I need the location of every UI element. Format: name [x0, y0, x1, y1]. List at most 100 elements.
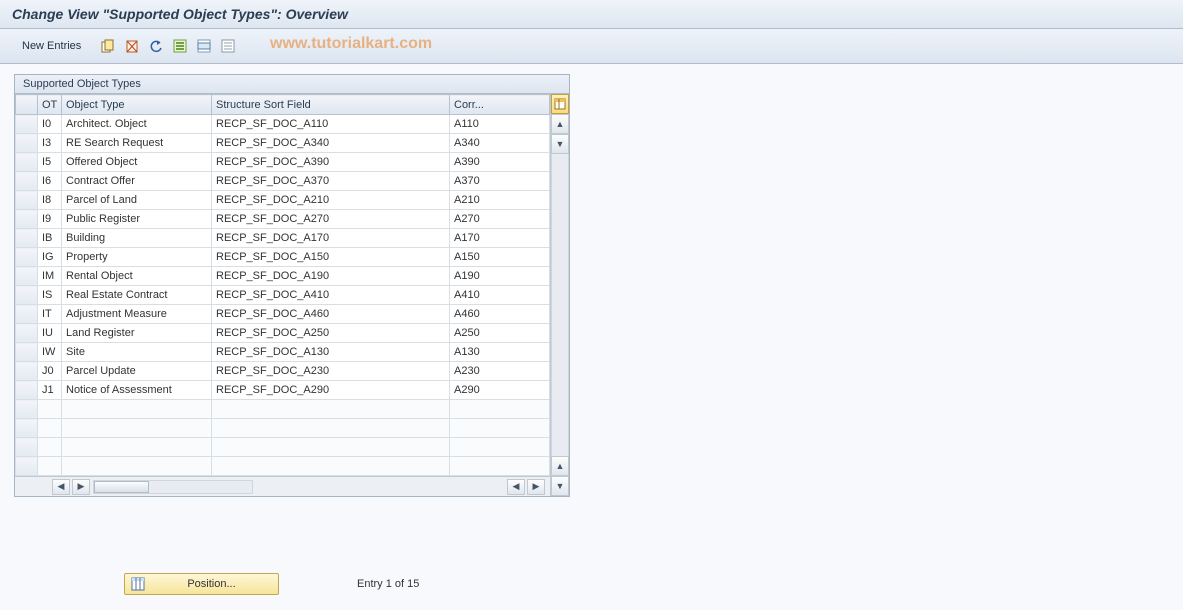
cell-corr[interactable]: A150 — [450, 248, 550, 267]
scroll-track-vertical[interactable] — [551, 154, 569, 456]
table-row[interactable]: ITAdjustment MeasureRECP_SF_DOC_A460A460 — [16, 305, 550, 324]
table-row[interactable]: IGPropertyRECP_SF_DOC_A150A150 — [16, 248, 550, 267]
cell-ot[interactable]: IT — [38, 305, 62, 324]
cell-ot[interactable]: I0 — [38, 115, 62, 134]
scroll-up-icon[interactable]: ▲ — [551, 114, 569, 134]
cell-object-type[interactable]: Property — [62, 248, 212, 267]
row-selector[interactable] — [16, 267, 38, 286]
cell-ot[interactable]: IS — [38, 286, 62, 305]
cell-object-type[interactable]: Architect. Object — [62, 115, 212, 134]
cell-structure[interactable]: RECP_SF_DOC_A230 — [212, 362, 450, 381]
cell-object-type[interactable]: Contract Offer — [62, 172, 212, 191]
scroll-right-icon[interactable]: ▶ — [72, 479, 90, 495]
scroll-thumb[interactable] — [94, 481, 149, 493]
cell-ot[interactable]: IM — [38, 267, 62, 286]
row-selector[interactable] — [16, 305, 38, 324]
cell-object-type[interactable]: Public Register — [62, 210, 212, 229]
table-row[interactable]: IMRental ObjectRECP_SF_DOC_A190A190 — [16, 267, 550, 286]
cell-object-type[interactable]: Adjustment Measure — [62, 305, 212, 324]
cell-structure[interactable]: RECP_SF_DOC_A370 — [212, 172, 450, 191]
scroll-left2-icon[interactable]: ◀ — [507, 479, 525, 495]
cell-structure[interactable]: RECP_SF_DOC_A210 — [212, 191, 450, 210]
scroll-up2-icon[interactable]: ▲ — [551, 456, 569, 476]
row-selector[interactable] — [16, 343, 38, 362]
cell-ot[interactable]: I3 — [38, 134, 62, 153]
cell-ot[interactable]: I9 — [38, 210, 62, 229]
table-row[interactable]: I3RE Search RequestRECP_SF_DOC_A340A340 — [16, 134, 550, 153]
row-selector[interactable] — [16, 115, 38, 134]
cell-ot[interactable]: I5 — [38, 153, 62, 172]
row-selector[interactable] — [16, 172, 38, 191]
column-header-object-type[interactable]: Object Type — [62, 95, 212, 115]
table-row[interactable]: IULand RegisterRECP_SF_DOC_A250A250 — [16, 324, 550, 343]
cell-object-type[interactable]: Parcel of Land — [62, 191, 212, 210]
select-block-icon[interactable] — [193, 35, 215, 57]
cell-structure[interactable]: RECP_SF_DOC_A390 — [212, 153, 450, 172]
cell-corr[interactable]: A110 — [450, 115, 550, 134]
cell-object-type[interactable]: Rental Object — [62, 267, 212, 286]
cell-corr[interactable]: A130 — [450, 343, 550, 362]
row-selector[interactable] — [16, 324, 38, 343]
table-row[interactable]: I0Architect. ObjectRECP_SF_DOC_A110A110 — [16, 115, 550, 134]
cell-structure[interactable]: RECP_SF_DOC_A150 — [212, 248, 450, 267]
cell-corr[interactable]: A340 — [450, 134, 550, 153]
table-row[interactable]: IBBuildingRECP_SF_DOC_A170A170 — [16, 229, 550, 248]
column-header-structure[interactable]: Structure Sort Field — [212, 95, 450, 115]
row-selector[interactable] — [16, 153, 38, 172]
cell-structure[interactable]: RECP_SF_DOC_A410 — [212, 286, 450, 305]
table-row[interactable]: ISReal Estate ContractRECP_SF_DOC_A410A4… — [16, 286, 550, 305]
scroll-down2-icon[interactable]: ▼ — [551, 476, 569, 496]
cell-ot[interactable]: I6 — [38, 172, 62, 191]
cell-object-type[interactable]: Real Estate Contract — [62, 286, 212, 305]
cell-structure[interactable]: RECP_SF_DOC_A190 — [212, 267, 450, 286]
position-button[interactable]: Position... — [124, 573, 279, 595]
column-header-ot[interactable]: OT — [38, 95, 62, 115]
cell-structure[interactable]: RECP_SF_DOC_A110 — [212, 115, 450, 134]
cell-object-type[interactable]: Offered Object — [62, 153, 212, 172]
cell-object-type[interactable]: Parcel Update — [62, 362, 212, 381]
cell-structure[interactable]: RECP_SF_DOC_A290 — [212, 381, 450, 400]
cell-corr[interactable]: A210 — [450, 191, 550, 210]
table-row[interactable]: I6Contract OfferRECP_SF_DOC_A370A370 — [16, 172, 550, 191]
delete-icon[interactable] — [121, 35, 143, 57]
scroll-right2-icon[interactable]: ▶ — [527, 479, 545, 495]
row-selector[interactable] — [16, 210, 38, 229]
cell-object-type[interactable]: Site — [62, 343, 212, 362]
table-row[interactable]: IWSiteRECP_SF_DOC_A130A130 — [16, 343, 550, 362]
cell-ot[interactable]: IU — [38, 324, 62, 343]
row-selector[interactable] — [16, 381, 38, 400]
cell-ot[interactable]: J1 — [38, 381, 62, 400]
cell-corr[interactable]: A460 — [450, 305, 550, 324]
cell-object-type[interactable]: Building — [62, 229, 212, 248]
cell-corr[interactable]: A250 — [450, 324, 550, 343]
row-selector[interactable] — [16, 191, 38, 210]
cell-structure[interactable]: RECP_SF_DOC_A270 — [212, 210, 450, 229]
scroll-left-icon[interactable]: ◀ — [52, 479, 70, 495]
column-header-select[interactable] — [16, 95, 38, 115]
copy-as-icon[interactable] — [97, 35, 119, 57]
cell-corr[interactable]: A170 — [450, 229, 550, 248]
cell-structure[interactable]: RECP_SF_DOC_A170 — [212, 229, 450, 248]
table-row[interactable]: I5Offered ObjectRECP_SF_DOC_A390A390 — [16, 153, 550, 172]
table-row[interactable]: I8Parcel of LandRECP_SF_DOC_A210A210 — [16, 191, 550, 210]
cell-object-type[interactable]: Notice of Assessment — [62, 381, 212, 400]
cell-corr[interactable]: A370 — [450, 172, 550, 191]
row-selector[interactable] — [16, 134, 38, 153]
cell-corr[interactable]: A270 — [450, 210, 550, 229]
select-all-icon[interactable] — [169, 35, 191, 57]
cell-structure[interactable]: RECP_SF_DOC_A250 — [212, 324, 450, 343]
cell-object-type[interactable]: RE Search Request — [62, 134, 212, 153]
cell-structure[interactable]: RECP_SF_DOC_A340 — [212, 134, 450, 153]
cell-corr[interactable]: A410 — [450, 286, 550, 305]
deselect-all-icon[interactable] — [217, 35, 239, 57]
table-row[interactable]: I9Public RegisterRECP_SF_DOC_A270A270 — [16, 210, 550, 229]
row-selector[interactable] — [16, 286, 38, 305]
table-settings-icon[interactable] — [551, 94, 569, 114]
cell-corr[interactable]: A190 — [450, 267, 550, 286]
row-selector[interactable] — [16, 248, 38, 267]
cell-ot[interactable]: IW — [38, 343, 62, 362]
cell-corr[interactable]: A290 — [450, 381, 550, 400]
table-row[interactable]: J1Notice of AssessmentRECP_SF_DOC_A290A2… — [16, 381, 550, 400]
undo-icon[interactable] — [145, 35, 167, 57]
cell-structure[interactable]: RECP_SF_DOC_A130 — [212, 343, 450, 362]
